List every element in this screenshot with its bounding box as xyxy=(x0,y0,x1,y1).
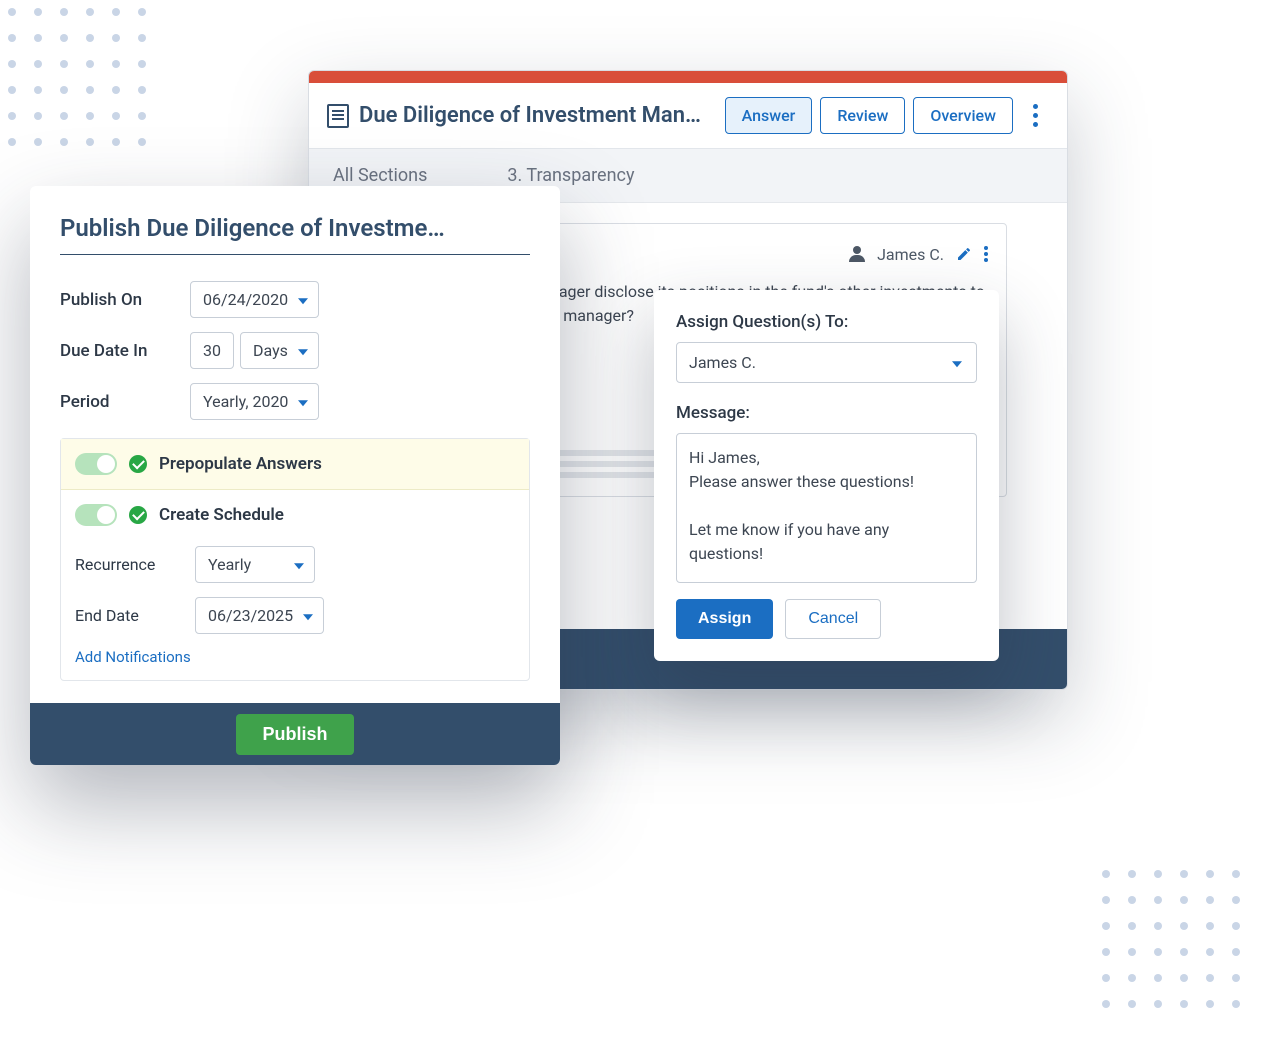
tab-answer[interactable]: Answer xyxy=(725,97,813,134)
add-notifications-link[interactable]: Add Notifications xyxy=(75,648,515,666)
check-circle-icon xyxy=(129,506,147,524)
toggle-icon[interactable] xyxy=(75,453,117,475)
message-textarea[interactable]: Hi James, Please answer these questions!… xyxy=(676,433,977,583)
recurrence-select[interactable]: Yearly xyxy=(195,546,315,583)
assign-to-select[interactable]: James C. xyxy=(676,342,977,383)
assign-button[interactable]: Assign xyxy=(676,599,773,639)
period-select[interactable]: Yearly, 2020 xyxy=(190,383,319,420)
cancel-button[interactable]: Cancel xyxy=(785,599,881,639)
publish-on-label: Publish On xyxy=(60,290,190,310)
chevron-down-icon xyxy=(298,400,308,406)
decorative-dots-bottom-right xyxy=(1102,870,1240,1008)
create-schedule-toggle-row[interactable]: Create Schedule xyxy=(61,490,529,540)
tab-overview[interactable]: Overview xyxy=(913,97,1013,134)
recurrence-label: Recurrence xyxy=(75,555,195,574)
due-date-unit-select[interactable]: Days xyxy=(240,332,319,369)
end-date-select[interactable]: 06/23/2025 xyxy=(195,597,324,634)
check-circle-icon xyxy=(129,455,147,473)
due-date-value[interactable]: 30 xyxy=(190,332,234,369)
section-current-label[interactable]: 3. Transparency xyxy=(507,165,634,186)
chevron-down-icon xyxy=(298,349,308,355)
assign-to-label: Assign Question(s) To: xyxy=(676,312,977,332)
due-date-label: Due Date In xyxy=(60,341,190,361)
sections-all-label[interactable]: All Sections xyxy=(333,165,427,186)
publish-on-select[interactable]: 06/24/2020 xyxy=(190,281,319,318)
prepopulate-toggle-row[interactable]: Prepopulate Answers xyxy=(61,439,529,490)
chevron-down-icon xyxy=(294,563,304,569)
publish-dialog: Publish Due Diligence of Investme… Publi… xyxy=(30,186,560,765)
period-label: Period xyxy=(60,392,190,412)
person-icon xyxy=(849,246,865,262)
publish-button[interactable]: Publish xyxy=(236,714,353,755)
edit-icon[interactable] xyxy=(956,246,972,262)
view-tabs: Answer Review Overview xyxy=(725,97,1049,134)
toggle-icon[interactable] xyxy=(75,504,117,526)
end-date-label: End Date xyxy=(75,606,195,625)
chevron-down-icon xyxy=(303,614,313,620)
assign-popover: Assign Question(s) To: James C. Message:… xyxy=(654,290,999,661)
document-icon xyxy=(327,104,349,128)
decorative-dots-top-left xyxy=(8,8,146,146)
question-assignee-name: James C. xyxy=(877,245,944,264)
chevron-down-icon xyxy=(952,361,962,367)
publish-dialog-title: Publish Due Diligence of Investme… xyxy=(60,214,530,255)
question-more-icon[interactable] xyxy=(984,246,988,262)
tab-review[interactable]: Review xyxy=(820,97,905,134)
page-title: Due Diligence of Investment Man… xyxy=(327,103,701,128)
window-accent-bar xyxy=(309,71,1067,83)
chevron-down-icon xyxy=(298,298,308,304)
message-label: Message: xyxy=(676,403,977,423)
more-menu-icon[interactable] xyxy=(1021,99,1049,133)
